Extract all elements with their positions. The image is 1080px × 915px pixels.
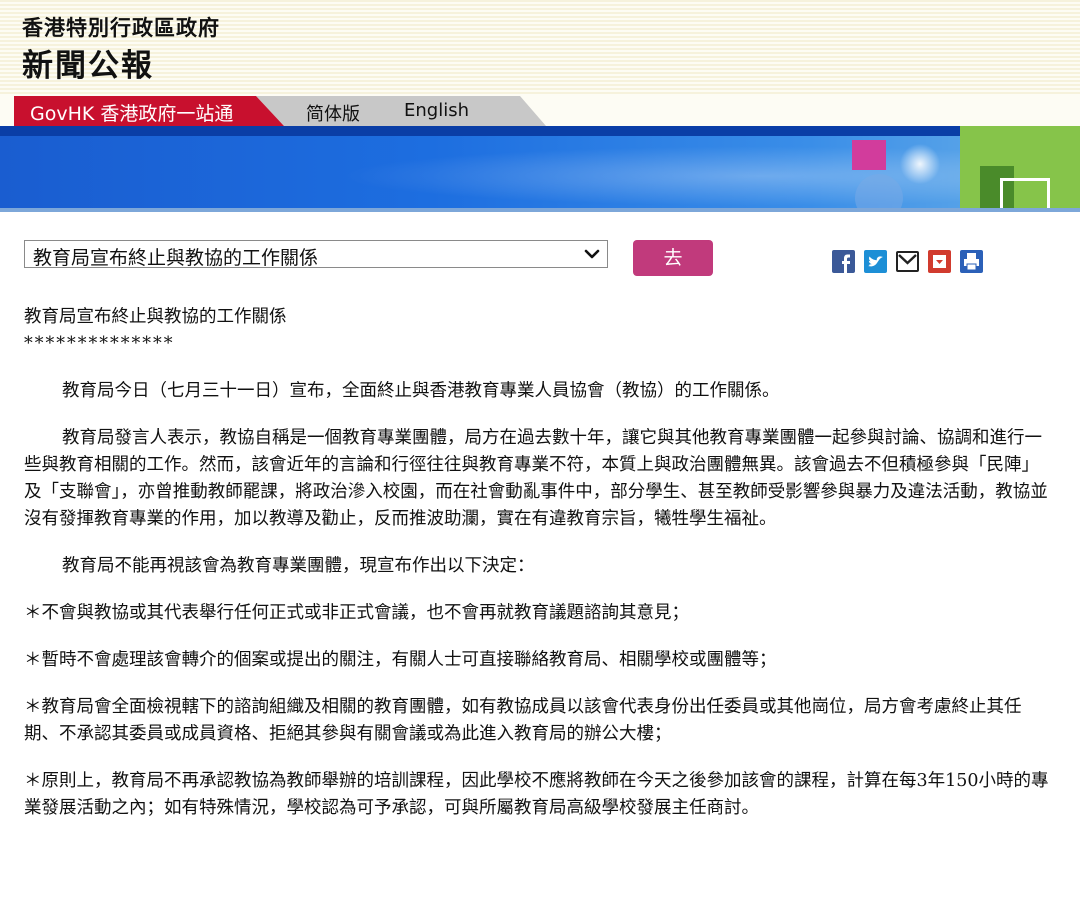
page-title: 新聞公報 [22, 48, 154, 84]
simplified-chinese-link[interactable]: 简体版 [306, 100, 360, 126]
toolbar: 教育局宣布終止與教協的工作關係 去 [0, 212, 1080, 284]
english-link[interactable]: English [404, 100, 469, 121]
facebook-icon[interactable] [832, 250, 855, 273]
decision-point-4: ＊原則上，教育局不再承認教協為教師舉辦的培訓課程，因此學校不應將教師在今天之後參… [24, 771, 1049, 818]
mail-icon[interactable] [896, 251, 919, 272]
header-banner [0, 126, 1080, 208]
govhk-label: GovHK 香港政府一站通 [30, 103, 234, 125]
press-release-body: 教育局宣布終止與教協的工作關係 ************** 教育局今日（七月三… [24, 304, 1054, 842]
nav-bar: 简体版 English GovHK 香港政府一站通 [0, 96, 1080, 126]
article-headline: 教育局宣布終止與教協的工作關係 [24, 307, 287, 327]
article-select-value: 教育局宣布終止與教協的工作關係 [33, 247, 319, 269]
decision-point-2: ＊暫時不會處理該會轉介的個案或提出的關注，有關人士可直接聯絡教育局、相關學校或團… [24, 650, 777, 670]
headline-separator: ************** [24, 334, 175, 354]
print-icon[interactable] [960, 250, 983, 273]
article-select[interactable]: 教育局宣布終止與教協的工作關係 [24, 240, 608, 269]
bookmark-icon[interactable] [928, 250, 951, 273]
decision-point-1: ＊不會與教協或其代表舉行任何正式或非正式會議，也不會再就教育議題諮詢其意見； [24, 603, 689, 623]
chevron-down-icon [584, 249, 600, 259]
decision-point-3: ＊教育局會全面檢視轄下的諮詢組織及相關的教育團體，如有教協成員以該會代表身份出任… [24, 697, 1022, 744]
language-tabs: 简体版 English [256, 96, 546, 126]
government-name: 香港特別行政區政府 [22, 16, 220, 40]
govhk-link[interactable]: GovHK 香港政府一站通 [14, 96, 284, 126]
go-button[interactable]: 去 [633, 240, 713, 276]
paragraph-3: 教育局不能再視該會為教育專業團體，現宣布作出以下決定： [62, 556, 535, 576]
share-icons [832, 250, 983, 273]
paragraph-1: 教育局今日（七月三十一日）宣布，全面終止與香港教育專業人員協會（教協）的工作關係… [62, 381, 780, 401]
paragraph-2: 教育局發言人表示，教協自稱是一個教育專業團體，局方在過去數十年，讓它與其他教育專… [24, 428, 1048, 529]
twitter-icon[interactable] [864, 250, 887, 273]
page-header: 香港特別行政區政府 新聞公報 [0, 0, 1080, 96]
